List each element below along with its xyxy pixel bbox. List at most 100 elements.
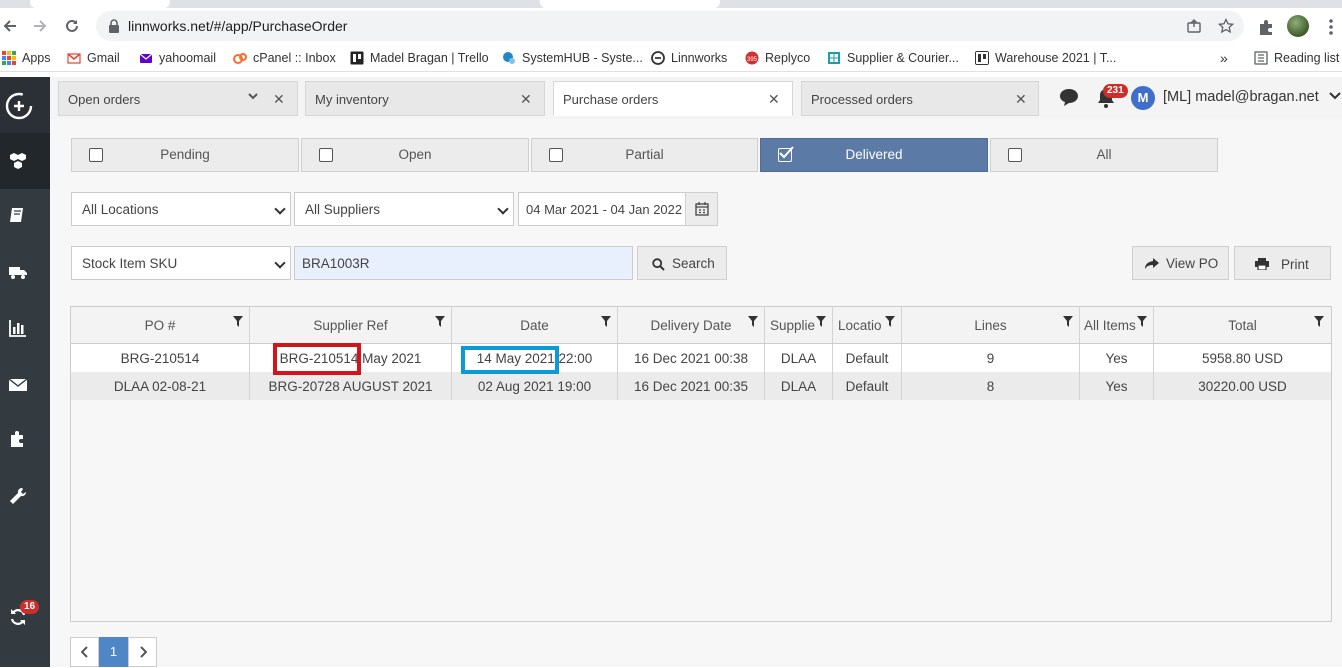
bookmark-cpanel[interactable]: cPanel :: Inbox — [233, 50, 336, 66]
share-icon[interactable] — [1186, 18, 1202, 34]
bookmark-warehouse[interactable]: Warehouse 2021 | T... — [975, 50, 1116, 66]
bookmark-gmail[interactable]: Gmail — [67, 50, 120, 66]
search-button[interactable]: Search — [637, 246, 727, 280]
filter-icon[interactable] — [1137, 316, 1147, 327]
filter-icon[interactable] — [1314, 316, 1324, 327]
pager-current-page[interactable]: 1 — [99, 637, 128, 667]
bookmark-supplier-courier[interactable]: Supplier & Courier... — [827, 50, 959, 66]
print-label: Print — [1281, 257, 1309, 272]
table-row[interactable]: DLAA 02-08-21 BRG-20728 AUGUST 2021 02 A… — [71, 372, 1331, 400]
reading-list[interactable]: Reading list — [1254, 50, 1339, 66]
column-header-total[interactable]: Total — [1154, 307, 1331, 344]
view-po-button[interactable]: View PO — [1132, 246, 1229, 280]
print-button[interactable]: Print — [1234, 246, 1331, 280]
filter-icon[interactable] — [816, 316, 826, 327]
bookmark-label: Gmail — [87, 51, 120, 65]
chevron-left-icon — [80, 646, 88, 658]
filter-icon[interactable] — [1063, 316, 1073, 327]
column-header-delivery-date[interactable]: Delivery Date — [618, 307, 765, 344]
reload-icon[interactable] — [62, 16, 82, 36]
bookmark-yahoomail[interactable]: yahoomail — [139, 50, 216, 66]
filter-icon[interactable] — [233, 316, 243, 327]
bookmark-trello[interactable]: Madel Bragan | Trello — [350, 50, 489, 66]
search-input-value: BRA1003R — [302, 256, 370, 271]
search-type-select[interactable]: Stock Item SKU — [71, 246, 291, 280]
bookmark-replyco[interactable]: 395 Replyco — [745, 50, 810, 66]
column-header-all-items[interactable]: All Items — [1080, 307, 1154, 344]
star-icon[interactable] — [1218, 18, 1234, 34]
linnworks-logo[interactable] — [0, 77, 50, 133]
column-header-supplier-ref[interactable]: Supplier Ref — [250, 307, 452, 344]
yahoo-icon — [139, 53, 153, 63]
cell-delivery-date: 16 Dec 2021 00:38 — [618, 344, 765, 372]
bookmark-apps[interactable]: Apps — [2, 50, 51, 66]
column-header-location[interactable]: Locatio — [833, 307, 902, 344]
wrench-icon[interactable] — [8, 486, 28, 506]
calendar-button[interactable] — [685, 192, 718, 226]
avatar[interactable]: M — [1131, 86, 1155, 110]
status-tab-all[interactable]: All — [990, 138, 1218, 172]
date-range-input[interactable]: 04 Mar 2021 - 04 Jan 2022 — [518, 192, 686, 226]
status-tab-delivered[interactable]: Delivered — [760, 138, 988, 172]
column-header-label: Supplier Ref — [313, 318, 388, 333]
purchase-orders-grid: PO # Supplier Ref Date Delivery Date Sup… — [70, 306, 1332, 622]
close-icon[interactable]: ✕ — [273, 91, 285, 108]
status-tab-partial[interactable]: Partial — [531, 138, 758, 172]
column-header-lines[interactable]: Lines — [902, 307, 1080, 344]
book-icon[interactable] — [8, 205, 28, 225]
bookmark-linnworks[interactable]: Linnworks — [651, 50, 727, 66]
app-sidebar: 16 — [0, 77, 50, 667]
column-header-date[interactable]: Date — [452, 307, 618, 344]
close-icon[interactable]: ✕ — [1015, 91, 1027, 108]
search-input[interactable]: BRA1003R — [294, 246, 633, 280]
printer-icon — [1255, 258, 1269, 270]
cell-supplier-ref: BRG-20728 AUGUST 2021 — [250, 372, 452, 400]
cell-date: 02 Aug 2021 19:00 — [452, 372, 618, 400]
tab-open-orders[interactable]: Open orders ✕ — [58, 81, 298, 116]
chevron-down-icon — [497, 203, 509, 215]
bookmark-systemhub[interactable]: SystemHUB - Syste... — [502, 50, 643, 66]
filter-icon[interactable] — [748, 316, 758, 327]
filter-icon[interactable] — [885, 316, 895, 327]
chrome-profile-avatar[interactable] — [1287, 15, 1309, 37]
highlight-box-blue — [461, 346, 559, 374]
column-header-label: Delivery Date — [650, 318, 732, 333]
column-header-label: Total — [1228, 318, 1257, 333]
forward-icon[interactable] — [30, 16, 50, 36]
extensions-icon[interactable] — [1257, 18, 1275, 36]
pager-next[interactable] — [128, 637, 157, 667]
puzzle-icon[interactable] — [8, 429, 28, 449]
status-tab-open[interactable]: Open — [301, 138, 529, 172]
bar-chart-icon[interactable] — [8, 318, 28, 338]
gmail-icon — [67, 53, 81, 64]
tab-purchase-orders[interactable]: Purchase orders ✕ — [553, 81, 793, 116]
truck-icon[interactable] — [8, 262, 28, 282]
close-icon[interactable]: ✕ — [520, 91, 532, 108]
table-row[interactable]: BRG-210514 BRG-210514 May 2021 14 May 20… — [71, 344, 1331, 372]
pager-prev[interactable] — [70, 637, 99, 667]
chrome-menu-icon[interactable] — [1322, 18, 1340, 36]
linnworks-logo-icon — [5, 92, 33, 120]
url-text: linnworks.net/#/app/PurchaseOrder — [128, 18, 348, 34]
filter-icon[interactable] — [435, 316, 445, 327]
lock-icon — [109, 19, 119, 33]
column-header-supplier[interactable]: Supplie — [765, 307, 833, 344]
cell-all-items: Yes — [1080, 344, 1154, 372]
envelope-icon[interactable] — [8, 375, 28, 395]
tab-processed-orders[interactable]: Processed orders ✕ — [801, 81, 1039, 116]
supplier-select[interactable]: All Suppliers — [294, 192, 514, 226]
status-tab-pending[interactable]: Pending — [71, 138, 299, 172]
chevron-down-icon[interactable] — [247, 90, 259, 105]
back-icon[interactable] — [0, 16, 20, 36]
filter-icon[interactable] — [601, 316, 611, 327]
bookmarks-overflow-icon[interactable]: » — [1220, 50, 1228, 66]
sidebar-item-inventory[interactable] — [0, 133, 50, 189]
address-bar[interactable]: linnworks.net/#/app/PurchaseOrder — [96, 11, 1244, 41]
chat-icon[interactable] — [1058, 87, 1080, 107]
location-select[interactable]: All Locations — [71, 192, 291, 226]
user-name[interactable]: [ML] madel@bragan.net — [1163, 89, 1341, 105]
notification-badge: 231 — [1103, 84, 1128, 98]
column-header-po[interactable]: PO # — [71, 307, 250, 344]
tab-my-inventory[interactable]: My inventory ✕ — [305, 81, 545, 116]
close-icon[interactable]: ✕ — [768, 91, 780, 108]
